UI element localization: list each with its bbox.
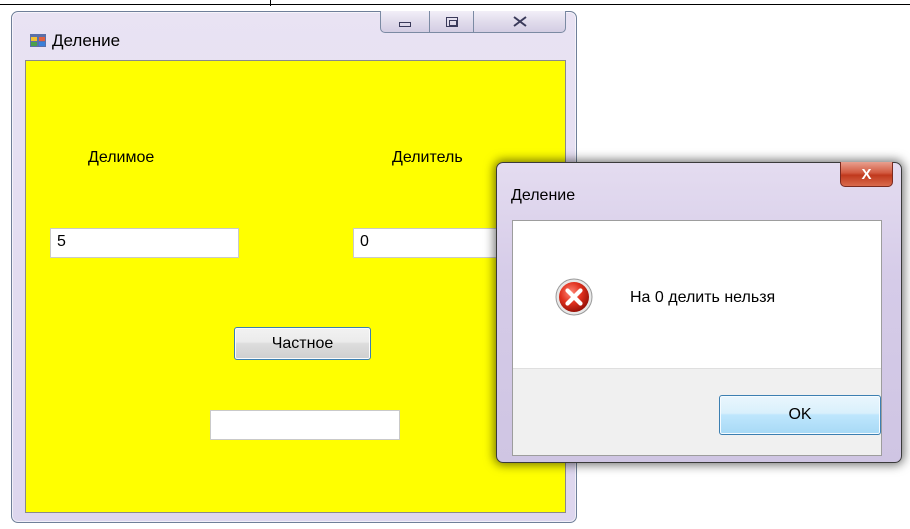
dialog-footer: OK	[513, 368, 881, 455]
dialog-close-button[interactable]: X	[840, 162, 893, 187]
error-icon	[555, 278, 593, 316]
maximize-icon	[445, 16, 458, 27]
dialog-title: Деление	[511, 187, 576, 204]
close-icon	[512, 16, 527, 27]
result-input[interactable]	[210, 410, 400, 440]
top-rule-mark	[270, 0, 271, 6]
dialog-content: На 0 делить нельзя	[513, 221, 881, 369]
caption-buttons	[380, 11, 570, 34]
close-button[interactable]	[474, 11, 566, 33]
minimize-button[interactable]	[380, 11, 430, 33]
divisor-label: Делитель	[392, 149, 463, 166]
dividend-input[interactable]: 5	[50, 228, 239, 258]
dialog-body: На 0 делить нельзя OK	[512, 220, 882, 456]
main-titlebar[interactable]: Деление	[12, 11, 576, 60]
minimize-icon	[399, 22, 411, 27]
quotient-button[interactable]: Частное	[234, 327, 371, 360]
dividend-label: Делимое	[88, 149, 155, 166]
app-icon[interactable]	[30, 34, 46, 47]
top-rule	[0, 0, 910, 5]
window-title: Деление	[52, 31, 121, 50]
error-message: На 0 делить нельзя	[630, 289, 776, 306]
ok-button[interactable]: OK	[719, 395, 881, 435]
close-icon: X	[861, 165, 872, 183]
client-area: Делимое Делитель 5 0 Частное	[25, 60, 566, 513]
maximize-button[interactable]	[430, 11, 474, 33]
main-window: Деление Делимое Делитель 5 0 Частное	[11, 11, 577, 523]
error-dialog: Деление X На 0 делить нельзя OK	[496, 162, 902, 463]
